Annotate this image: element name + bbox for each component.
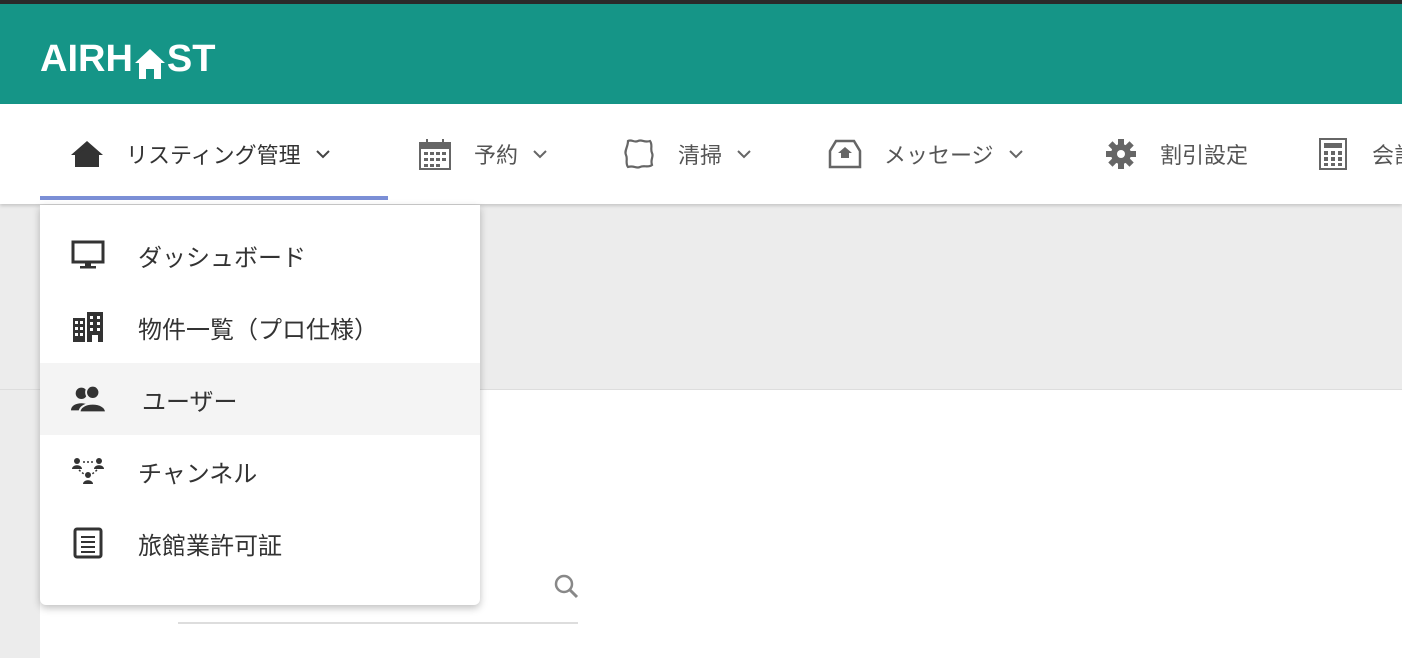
app-header: AIRH ST — [0, 0, 1402, 104]
nav-label: 清掃 — [678, 144, 723, 169]
chevron-down-icon — [532, 146, 548, 162]
nav-label: 予約 — [474, 144, 519, 169]
nav-item-cleaning[interactable]: 清掃 — [622, 104, 752, 204]
building-icon — [70, 309, 106, 345]
menu-item-label: ダッシュボード — [138, 243, 306, 272]
nav-item-accounting[interactable]: 会計 — [1316, 104, 1402, 204]
nav-label: リスティング管理 — [126, 144, 301, 169]
logo-house-icon — [134, 47, 166, 81]
menu-item-property-list[interactable]: 物件一覧（プロ仕様） — [40, 291, 480, 363]
nav-label: 会計 — [1372, 144, 1402, 169]
home-icon — [70, 137, 104, 171]
nav-label: メッセージ — [884, 144, 994, 169]
menu-item-dashboard[interactable]: ダッシュボード — [40, 219, 480, 291]
menu-item-label: 物件一覧（プロ仕様） — [138, 315, 378, 344]
active-tab-indicator — [40, 196, 388, 200]
gear-icon — [1104, 137, 1138, 171]
nav-label: 割引設定 — [1160, 144, 1249, 169]
airhost-logo[interactable]: AIRH ST — [40, 38, 215, 81]
chevron-down-icon — [1008, 146, 1024, 162]
menu-item-channels[interactable]: チャンネル — [40, 435, 480, 507]
nav-item-discount-settings[interactable]: 割引設定 — [1104, 104, 1248, 204]
nav-item-reservations[interactable]: 予約 — [418, 104, 548, 204]
monitor-icon — [70, 237, 106, 273]
search-icon[interactable] — [552, 572, 580, 600]
menu-item-users[interactable]: ユーザー — [40, 363, 480, 435]
chevron-down-icon — [315, 146, 331, 162]
document-icon — [70, 525, 106, 561]
menu-item-label: ユーザー — [142, 387, 238, 416]
calculator-icon — [1316, 137, 1350, 171]
menu-item-label: 旅館業許可証 — [138, 531, 282, 560]
nav-item-messages[interactable]: メッセージ — [828, 104, 1024, 204]
menu-item-label: チャンネル — [138, 459, 258, 488]
channel-network-icon — [70, 453, 106, 489]
search-input[interactable] — [178, 622, 578, 624]
nav-item-listing-management[interactable]: リスティング管理 — [70, 104, 331, 204]
users-icon — [70, 381, 106, 417]
calendar-icon — [418, 137, 452, 171]
chevron-down-icon — [736, 146, 752, 162]
cleaning-icon — [622, 137, 656, 171]
menu-item-inn-license[interactable]: 旅館業許可証 — [40, 507, 480, 579]
main-nav: リスティング管理 予約 清掃 メッセージ 割引設定 会 — [0, 104, 1402, 204]
listing-management-dropdown: ダッシュボード 物件一覧（プロ仕様） ユーザー チャンネル 旅館業許可証 — [40, 205, 480, 605]
logo-text-right: ST — [166, 38, 216, 80]
inbox-icon — [828, 137, 862, 171]
logo-text-left: AIRH — [40, 38, 133, 80]
